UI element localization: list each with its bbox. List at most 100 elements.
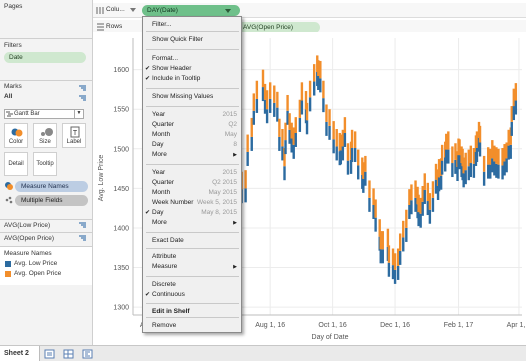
menu-item-label: Year (152, 111, 166, 118)
menu-item-label: Show Quick Filter (152, 36, 203, 43)
open-price-bar (408, 189, 411, 205)
measure-names-pill[interactable]: Measure Names (15, 181, 88, 192)
open-price-bar (246, 134, 249, 152)
sheet-tab-2[interactable]: Sheet 2 (0, 346, 40, 361)
checkmark-icon: ✔ (145, 76, 151, 82)
menu-item-month[interactable]: Month May (143, 130, 241, 140)
low-price-bar (317, 75, 320, 90)
open-price-bar (475, 131, 479, 149)
low-price-bar (497, 164, 500, 179)
low-price-bar (454, 159, 457, 174)
open-price-bar (434, 163, 438, 180)
color-button[interactable]: Color (4, 123, 28, 148)
menu-item-show-quick-filter[interactable]: Show Quick Filter (143, 35, 241, 45)
open-price-bar (319, 60, 322, 79)
menu-item-more[interactable]: More ▶ (143, 150, 241, 160)
open-price-bar (328, 109, 331, 126)
low-price-bar (482, 171, 486, 186)
columns-icon (96, 7, 104, 14)
menu-item-label: Show Header (152, 65, 192, 72)
sheet-tabs-bar: Sheet 2 (0, 345, 526, 361)
menu-item-edit-in-shelf[interactable]: Edit in Shelf (143, 307, 241, 317)
detail-icon (5, 196, 13, 204)
open-price-bar (423, 173, 426, 190)
tooltip-button[interactable]: Tooltip (33, 152, 57, 176)
open-price-bar (437, 159, 441, 178)
open-price-bar (317, 60, 320, 76)
open-price-bar (372, 188, 375, 205)
low-price-bar (503, 161, 506, 176)
menu-item-remove[interactable]: Remove (143, 321, 241, 331)
open-price-bar (286, 94, 289, 111)
menu-item-show-header[interactable]: ✔ Show Header (143, 64, 241, 74)
low-price-bar (244, 188, 247, 203)
low-price-bar (428, 209, 432, 224)
x-axis-title: Day of Date (312, 334, 349, 341)
low-price-bar (437, 177, 441, 192)
open-price-bar (440, 144, 444, 161)
legend-item-open: Avg. Open Price (14, 270, 62, 277)
color-dots-icon (5, 182, 13, 190)
menu-item-discrete[interactable]: Discrete (143, 280, 241, 290)
open-price-bar (489, 148, 492, 165)
open-price-bar (341, 129, 345, 147)
low-price-bar (396, 265, 400, 280)
low-price-bar (391, 265, 395, 280)
open-price-bar (288, 113, 291, 130)
menu-item-year[interactable]: Year 2015 (143, 110, 241, 120)
open-price-bar (505, 142, 508, 159)
columns-pill-day-date[interactable]: DAY(Date) (142, 5, 240, 16)
avg-low-price-row[interactable]: AVG(Low Price) (4, 222, 50, 229)
size-button[interactable]: Size (33, 123, 57, 148)
multiple-fields-pill[interactable]: Multiple Fields (15, 195, 88, 206)
new-story-icon[interactable] (82, 349, 94, 359)
menu-item-quarter[interactable]: Quarter Q2 (143, 120, 241, 130)
low-price-bar (362, 178, 365, 193)
mark-type-dropdown[interactable]: Gantt Bar ▼ (4, 109, 84, 119)
marks-title: Marks (4, 83, 22, 90)
open-price-bar (374, 199, 377, 218)
menu-item-label: Exact Date (152, 237, 184, 244)
low-price-bar (417, 212, 420, 227)
new-worksheet-icon[interactable] (44, 349, 56, 359)
open-price-bar (458, 139, 461, 156)
menu-item-show-missing-values[interactable]: Show Missing Values (143, 92, 241, 102)
open-price-bar (335, 129, 338, 147)
open-price-bar (290, 122, 293, 139)
label-button[interactable]: T Label (62, 123, 86, 148)
menu-item-label: Discrete (152, 281, 176, 288)
open-price-bar (410, 184, 413, 201)
menu-item-quarter[interactable]: Quarter Q2 2015 (143, 178, 241, 188)
menu-item-include-in-tooltip[interactable]: ✔ Include in Tooltip (143, 74, 241, 84)
menu-item-filter[interactable]: Filter... (143, 20, 241, 30)
left-panel: Pages Filters Date Marks All Gantt Bar ▼… (0, 0, 93, 345)
collapse-icon[interactable] (78, 84, 88, 104)
menu-item-week-number[interactable]: Week Number Week 5, 2015 (143, 198, 241, 208)
low-price-bar (421, 201, 424, 216)
menu-item-attribute[interactable]: Attribute (143, 252, 241, 262)
open-price-bar (292, 127, 295, 145)
open-price-bar (261, 69, 265, 88)
open-price-bar (487, 147, 490, 165)
open-price-bar (381, 231, 384, 250)
menu-item-more[interactable]: More ▶ (143, 218, 241, 228)
menu-item-format[interactable]: Format... (143, 54, 241, 64)
collapse-icon[interactable] (78, 234, 88, 243)
marks-all-label[interactable]: All (4, 93, 12, 100)
menu-item-year[interactable]: Year 2015 (143, 168, 241, 178)
menu-item-continuous[interactable]: ✔ Continuous (143, 290, 241, 300)
menu-item-month[interactable]: Month May 2015 (143, 188, 241, 198)
menu-item-measure[interactable]: Measure ▶ (143, 262, 241, 272)
collapse-icon[interactable] (78, 221, 88, 230)
open-price-bar (478, 125, 482, 143)
avg-open-price-row[interactable]: AVG(Open Price) (4, 235, 54, 242)
new-dashboard-icon[interactable] (63, 349, 75, 359)
open-price-bar (386, 228, 390, 247)
menu-item-day[interactable]: ✔ Day May 8, 2015 (143, 208, 241, 218)
menu-item-day[interactable]: Day 8 (143, 140, 241, 150)
low-price-bar (273, 102, 276, 117)
detail-button[interactable]: Detail (4, 152, 28, 176)
low-price-bar (246, 151, 249, 166)
filter-pill-date[interactable]: Date (4, 52, 86, 63)
menu-item-exact-date[interactable]: Exact Date (143, 236, 241, 246)
